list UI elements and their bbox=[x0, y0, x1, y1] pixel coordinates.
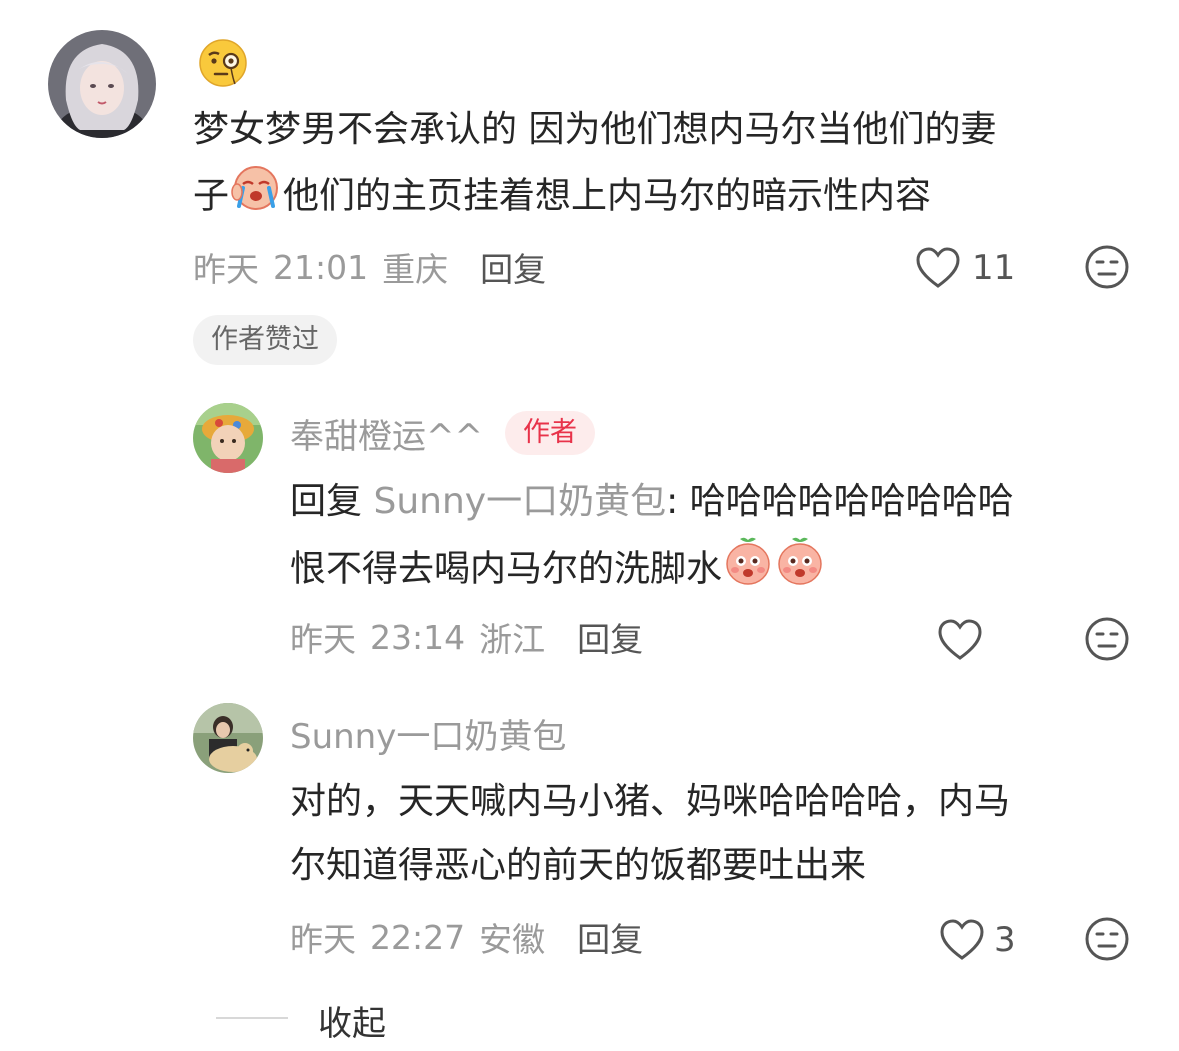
dislike-button[interactable] bbox=[1084, 244, 1130, 290]
like-button[interactable]: 11 bbox=[914, 244, 1015, 292]
reply1-location: 浙江 bbox=[479, 620, 546, 659]
reply-button[interactable]: 回复 bbox=[480, 243, 546, 291]
reply1-line-1: 回复 Sunny一口奶黄包: 哈哈哈哈哈哈哈哈哈 bbox=[290, 470, 1150, 534]
monocle-face-emoji bbox=[197, 37, 249, 93]
crying-face-emoji bbox=[229, 162, 283, 233]
neutral-face-icon bbox=[1084, 916, 1130, 962]
author-badge: 作者 bbox=[504, 411, 595, 455]
comment-line-2: 子 他们的主页挂着想上内马尔的暗示性内容 bbox=[193, 162, 1153, 233]
blushing-peach-emoji bbox=[722, 534, 774, 607]
neutral-face-icon bbox=[1084, 616, 1130, 662]
comment-line-2-prefix: 子 bbox=[193, 175, 230, 217]
reply1-body: 回复 Sunny一口奶黄包: 哈哈哈哈哈哈哈哈哈 恨不得去喝内马尔的洗脚水 bbox=[290, 470, 1150, 607]
comment-location: 重庆 bbox=[382, 250, 449, 289]
reply2-dislike-button[interactable] bbox=[1084, 916, 1130, 962]
reply1-reply-button[interactable]: 回复 bbox=[577, 613, 643, 661]
blushing-peach-emoji bbox=[774, 534, 826, 607]
avatar-reply2[interactable] bbox=[193, 703, 263, 773]
reply1-username[interactable]: 奉甜橙运^^ bbox=[290, 409, 483, 458]
reply2-meta: 昨天 22:27 安徽 回复 bbox=[290, 914, 643, 960]
author-liked-chip: 作者赞过 bbox=[193, 315, 337, 365]
comment-line-1: 梦女梦男不会承认的 因为他们想内马尔当他们的妻 bbox=[193, 109, 997, 150]
comment-meta-main: 昨天 21:01 重庆 回复 bbox=[193, 244, 546, 290]
comment-date: 昨天 bbox=[193, 250, 259, 289]
reply2-date: 昨天 bbox=[290, 920, 356, 959]
reply2-line-1: 对的，天天喊内马小猪、妈咪哈哈哈哈，内马 bbox=[290, 781, 1011, 822]
avatar-main-commenter[interactable] bbox=[48, 30, 156, 138]
reply1-line1-text: 哈哈哈哈哈哈哈哈哈 bbox=[689, 481, 1014, 522]
reply1-dislike-button[interactable] bbox=[1084, 616, 1130, 662]
comment-line-2-suffix: 他们的主页挂着想上内马尔的暗示性内容 bbox=[283, 175, 932, 217]
heart-icon bbox=[938, 918, 986, 962]
like-count: 11 bbox=[972, 248, 1016, 288]
reply2-username[interactable]: Sunny一口奶黄包 bbox=[290, 709, 566, 758]
reply1-line-2: 恨不得去喝内马尔的洗脚水 bbox=[290, 534, 1150, 607]
heart-icon bbox=[936, 618, 984, 662]
reply2-like-count: 3 bbox=[994, 920, 1016, 960]
collapse-button[interactable]: 收起 bbox=[318, 996, 386, 1045]
reply1-header: 奉甜橙运^^ 作者 bbox=[290, 408, 595, 458]
reply1-time: 23:14 bbox=[370, 617, 466, 657]
reply2-body: 对的，天天喊内马小猪、妈咪哈哈哈哈，内马 尔知道得恶心的前天的饭都要吐出来 bbox=[290, 770, 1150, 898]
reply1-date: 昨天 bbox=[290, 620, 356, 659]
reply1-like-button[interactable] bbox=[936, 616, 984, 664]
reply2-header: Sunny一口奶黄包 bbox=[290, 708, 566, 758]
comment-time: 21:01 bbox=[273, 247, 369, 287]
reply1-reply-prefix: 回复 bbox=[290, 481, 363, 522]
reply2-location: 安徽 bbox=[479, 920, 546, 959]
heart-icon bbox=[914, 246, 962, 290]
reply2-line-2: 尔知道得恶心的前天的饭都要吐出来 bbox=[290, 845, 867, 886]
reply1-line2-text: 恨不得去喝内马尔的洗脚水 bbox=[290, 548, 723, 590]
reply2-reply-button[interactable]: 回复 bbox=[577, 913, 643, 961]
reply2-time: 22:27 bbox=[370, 917, 466, 957]
avatar-reply1[interactable] bbox=[193, 403, 263, 473]
reply1-reply-to[interactable]: Sunny一口奶黄包 bbox=[373, 481, 666, 522]
neutral-face-icon bbox=[1084, 244, 1130, 290]
reply2-like-button[interactable]: 3 bbox=[938, 916, 1016, 964]
reply1-meta: 昨天 23:14 浙江 回复 bbox=[290, 614, 643, 660]
comment-body-main: 梦女梦男不会承认的 因为他们想内马尔当他们的妻 子 他们的主页挂着想上内马尔的暗… bbox=[193, 98, 1153, 233]
reply1-colon: : bbox=[666, 481, 679, 522]
collapse-divider bbox=[216, 1017, 288, 1019]
